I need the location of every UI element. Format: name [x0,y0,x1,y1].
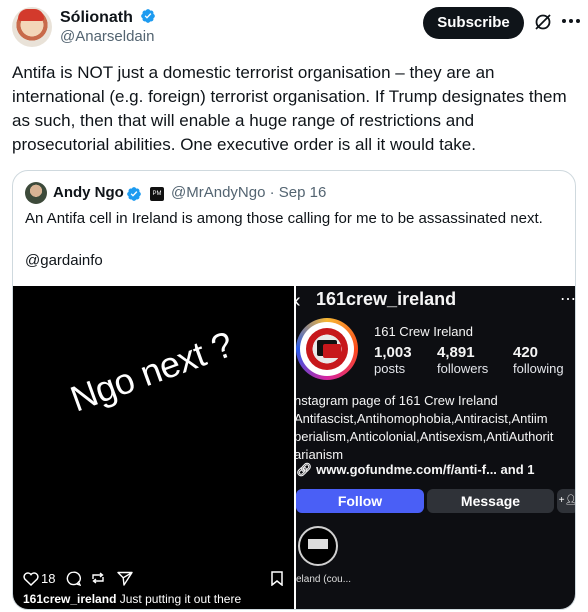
profile-bio: nstagram page of 161 Crew Ireland Antifa… [296,392,575,464]
followers-count: 4,891 [437,344,475,361]
posts-stat: 1,003 posts [374,344,412,376]
story-caption-user: 161crew_ireland [23,592,117,606]
comment-icon [66,571,81,586]
quote-text: An Antifa cell in Ireland is among those… [25,210,543,227]
bookmark-icon [271,571,283,586]
affiliation-badge-icon[interactable]: PM [150,187,164,201]
message-button: Message [427,489,554,513]
author-avatar[interactable] [12,7,52,47]
profile-link: 🔗︎ www.gofundme.com/f/anti-f... and 1 [296,462,534,478]
following-count: 420 [513,344,539,361]
quote-verified-badge-icon [127,187,141,201]
following-stat: 420 following [513,344,564,376]
subscribe-button[interactable]: Subscribe [423,7,524,39]
verified-badge-icon [141,9,156,23]
quote-author-name[interactable]: Andy Ngo [53,184,124,201]
bio-line-2: Antifascist,Antihomophobia,Antiracist,An… [296,411,548,426]
link-icon: 🔗︎ [296,462,317,477]
quote-mention[interactable]: @gardainfo [25,251,103,271]
story-caption: 161crew_ireland Just putting it out ther… [23,592,241,606]
quote-author-avatar[interactable] [25,182,47,204]
more-icon[interactable] [562,19,582,25]
media-image-profile[interactable]: ‹ 161crew_ireland ⋯ 161 Crew Ireland 1,0… [296,286,576,609]
story-overlay-text: Ngo next ? [65,323,238,420]
send-icon [117,571,133,586]
author-handle[interactable]: @Anarseldain [60,28,154,45]
repost-icon [92,572,104,584]
tweet-text: Antifa is NOT just a domestic terrorist … [12,63,567,154]
more-dots-icon: ⋯ [560,291,576,308]
quoted-tweet-card[interactable]: Andy Ngo PM @MrAndyNgo · Sep 16 An Antif… [12,170,576,610]
author-name-row[interactable]: Sólionath [60,8,156,27]
posts-label: posts [374,361,406,376]
quote-author-handle-date[interactable]: @MrAndyNgo · Sep 16 [171,184,326,201]
story-like-count: 18 [41,571,56,586]
author-name[interactable]: Sólionath [60,9,133,26]
profile-link-text: www.gofundme.com/f/anti-f... and 1 [316,462,535,477]
story-highlight [298,526,338,566]
follow-button: Follow [296,489,424,513]
add-user-icon: +👤︎ [557,489,575,513]
media-image-story[interactable]: Ngo next ? 18 161crew_ireland Just putti… [13,286,294,609]
followers-stat: 4,891 followers [437,344,488,376]
story-highlight-label: eland (cou... [296,574,352,585]
story-caption-text: Just putting it out there [116,592,242,606]
bio-line-1: nstagram page of 161 Crew Ireland [296,393,498,408]
profile-picture [296,318,358,380]
profile-display-name: 161 Crew Ireland [374,324,473,339]
profile-username: 161crew_ireland [316,289,457,309]
back-arrow-icon: ‹ [296,290,301,313]
following-label: following [513,361,564,376]
bio-line-3: perialism,Anticolonial,Antisexism,AntiAu… [296,429,554,444]
heart-icon [23,572,39,586]
posts-count: 1,003 [374,344,412,361]
grok-icon[interactable] [533,12,553,32]
followers-label: followers [437,361,489,376]
